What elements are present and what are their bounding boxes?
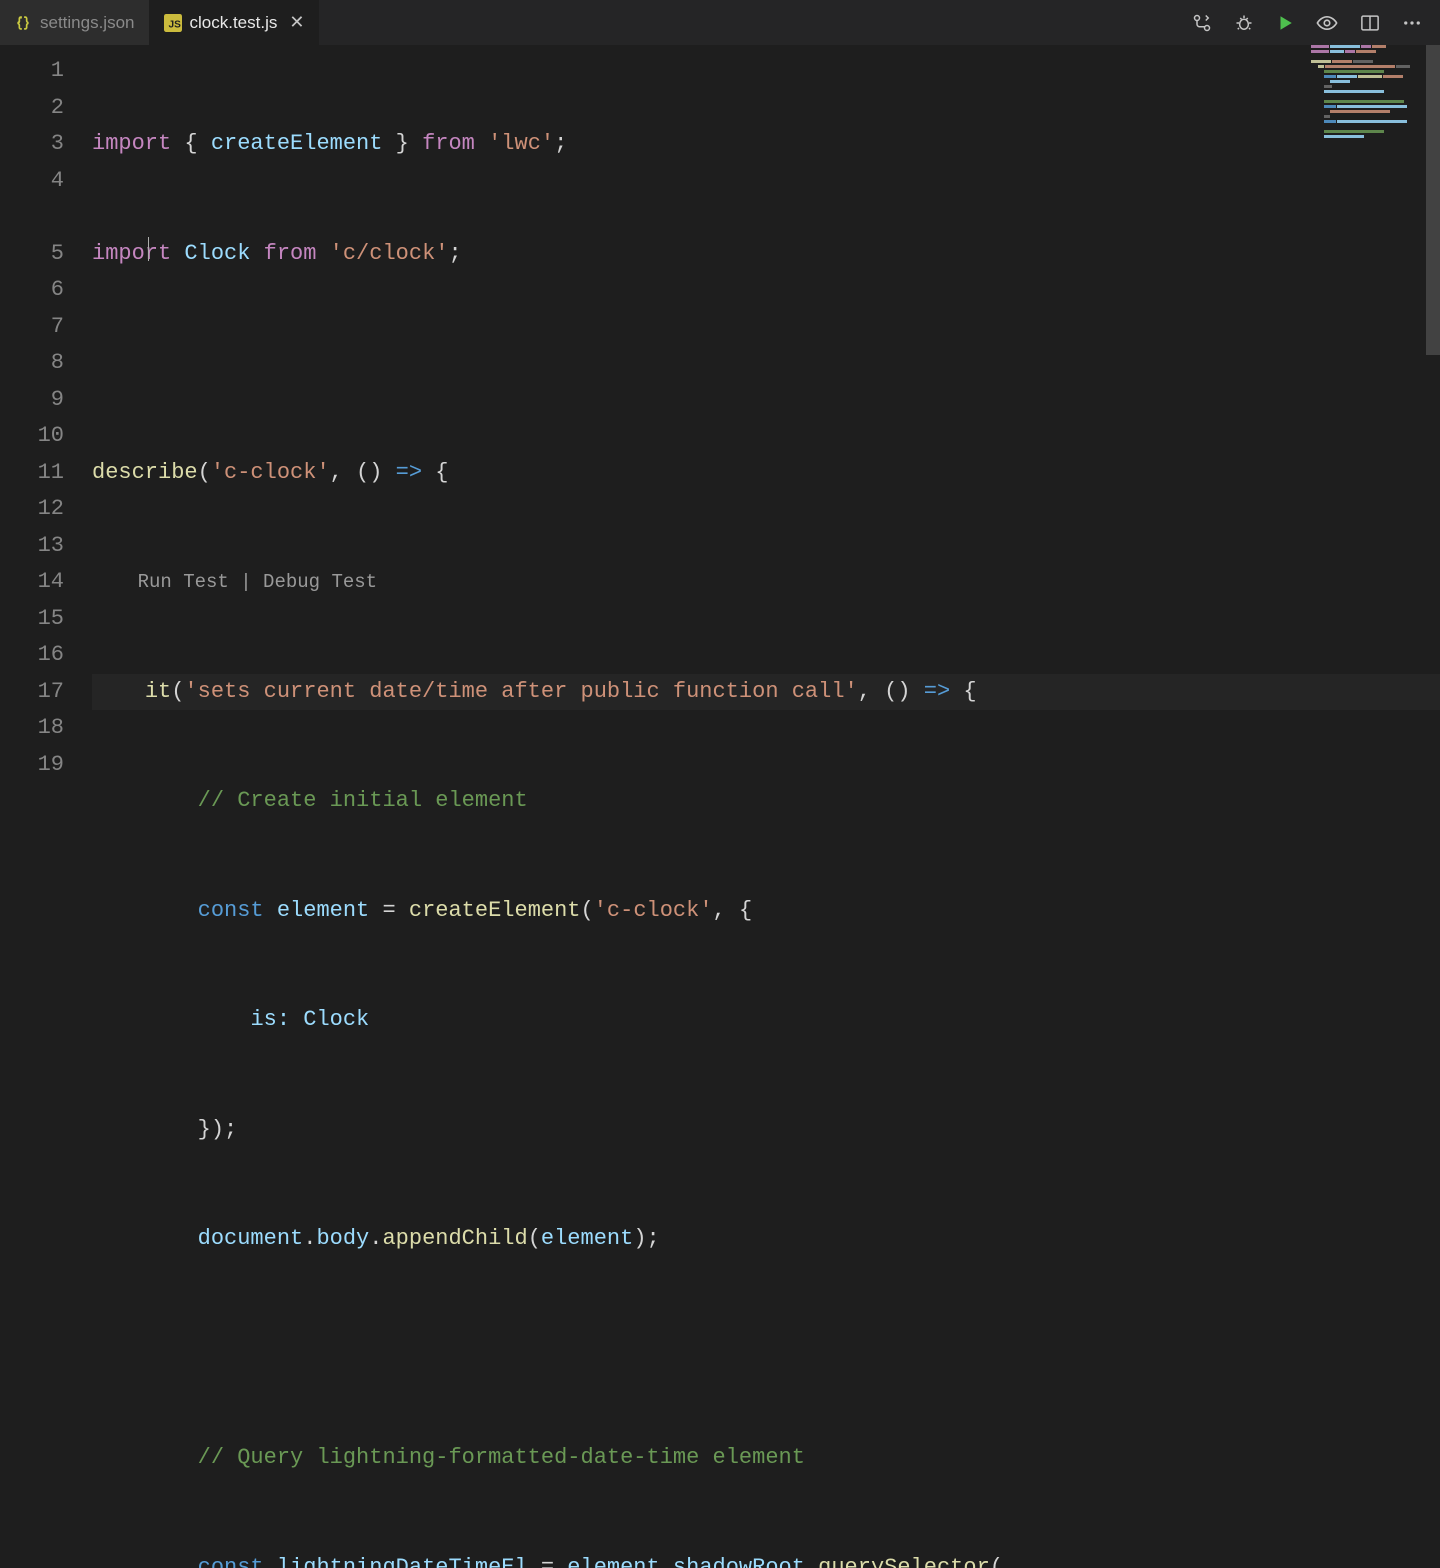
eye-icon[interactable] [1316, 12, 1338, 34]
code-line [92, 345, 1440, 382]
line-number [0, 199, 64, 236]
code-line: const element = createElement('c-clock',… [92, 893, 1440, 930]
code-line: it('sets current date/time after public … [92, 674, 1440, 711]
codelens-row: Run Test | Debug Test [92, 564, 1440, 601]
code-line [92, 1331, 1440, 1368]
code-line: is: Clock [92, 1002, 1440, 1039]
scrollbar-thumb[interactable] [1426, 45, 1440, 355]
line-number: 15 [0, 601, 64, 638]
line-number: 19 [0, 747, 64, 784]
line-number: 16 [0, 637, 64, 674]
code-line: describe('c-clock', () => { [92, 455, 1440, 492]
line-number: 14 [0, 564, 64, 601]
editor-tab-bar: settings.json JS clock.test.js ✕ [0, 0, 1440, 45]
line-number: 18 [0, 710, 64, 747]
line-number-gutter: 1 2 3 4 5 6 7 8 9 10 11 12 13 14 15 16 1… [0, 45, 92, 784]
codelens-debug-test[interactable]: Debug Test [263, 571, 377, 593]
codelens-run-test[interactable]: Run Test [138, 571, 229, 593]
line-number: 1 [0, 53, 64, 90]
line-number: 9 [0, 382, 64, 419]
code-line: document.body.appendChild(element); [92, 1221, 1440, 1258]
code-line: import { createElement } from 'lwc'; [92, 126, 1440, 163]
split-editor-icon[interactable] [1360, 13, 1380, 33]
code-line: }); [92, 1112, 1440, 1149]
tab-label: settings.json [40, 13, 135, 33]
js-icon: JS [164, 14, 182, 32]
code-line: // Query lightning-formatted-date-time e… [92, 1440, 1440, 1477]
braces-icon [14, 14, 32, 32]
compare-changes-icon[interactable] [1192, 13, 1212, 33]
code-content[interactable]: import { createElement } from 'lwc'; imp… [92, 45, 1440, 784]
code-line: // Create initial element [92, 783, 1440, 820]
code-line: import Clock from 'c/clock'; [92, 236, 1440, 273]
svg-text:JS: JS [168, 19, 181, 30]
tab-settings-json[interactable]: settings.json [0, 0, 150, 45]
tabs-container: settings.json JS clock.test.js ✕ [0, 0, 319, 45]
bug-icon[interactable] [1234, 13, 1254, 33]
line-number: 3 [0, 126, 64, 163]
vertical-scrollbar[interactable] [1426, 45, 1440, 784]
more-icon[interactable] [1402, 13, 1422, 33]
line-number: 10 [0, 418, 64, 455]
close-icon[interactable]: ✕ [289, 12, 304, 33]
editor-area[interactable]: 1 2 3 4 5 6 7 8 9 10 11 12 13 14 15 16 1… [0, 45, 1440, 784]
line-number: 2 [0, 90, 64, 127]
line-number: 4 [0, 163, 64, 200]
line-number: 12 [0, 491, 64, 528]
code-line: const lightningDateTimeEl = element.shad… [92, 1550, 1440, 1568]
tab-clock-test-js[interactable]: JS clock.test.js ✕ [150, 0, 320, 45]
line-number: 6 [0, 272, 64, 309]
line-number: 8 [0, 345, 64, 382]
title-actions [1192, 0, 1440, 45]
line-number: 7 [0, 309, 64, 346]
line-number: 17 [0, 674, 64, 711]
line-number: 13 [0, 528, 64, 565]
play-icon[interactable] [1276, 14, 1294, 32]
tab-label: clock.test.js [190, 13, 278, 33]
text-cursor-icon [148, 237, 149, 261]
line-number: 11 [0, 455, 64, 492]
line-number: 5 [0, 236, 64, 273]
